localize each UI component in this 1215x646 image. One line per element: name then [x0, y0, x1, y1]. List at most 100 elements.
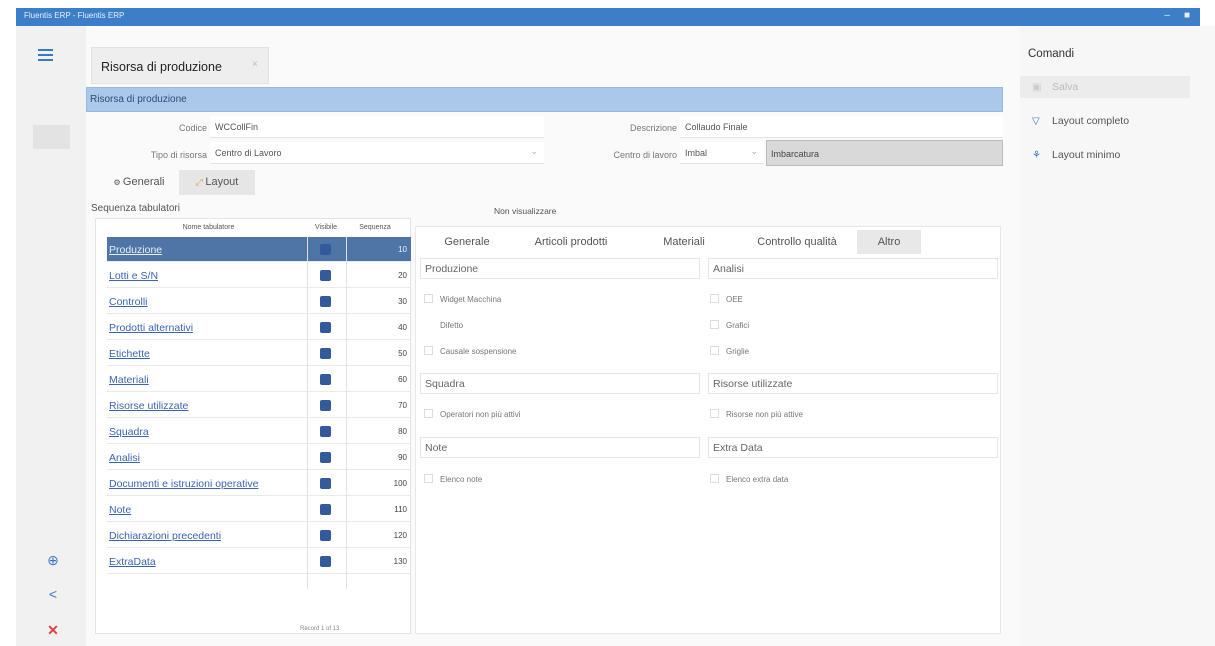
visible-checkbox[interactable] [320, 348, 331, 359]
checkbox-causale-sospensione[interactable]: Causale sospensione [424, 346, 517, 356]
visible-checkbox[interactable] [320, 244, 331, 255]
checkbox-risorse-non-piu-attive[interactable]: Risorse non più attive [710, 409, 803, 419]
visible-checkbox[interactable] [320, 400, 331, 411]
tab-name[interactable]: Documenti e istruzioni operative [109, 478, 258, 490]
table-row[interactable]: Analisi 90 [107, 445, 411, 470]
centro-lavoro-select[interactable]: Imbal ⌄ [680, 142, 764, 164]
globe-icon[interactable]: ⊕ [44, 552, 62, 570]
group-squadra-header: Squadra [420, 373, 700, 394]
table-row[interactable]: Produzione 10 [107, 237, 411, 262]
visible-checkbox[interactable] [320, 270, 331, 281]
tab-altro[interactable]: Altro [857, 230, 921, 254]
gear-icon: ⚙ [113, 178, 123, 187]
checkbox-widget-macchina[interactable]: Widget Macchina [424, 294, 501, 304]
sequence-value[interactable]: 130 [347, 557, 407, 566]
table-row[interactable]: Dichiarazioni precedenti 120 [107, 523, 411, 548]
tab-name[interactable]: Materiali [109, 374, 149, 386]
sequence-value[interactable]: 120 [347, 531, 407, 540]
left-nav-selected-item[interactable] [33, 125, 70, 149]
visible-checkbox[interactable] [320, 322, 331, 333]
table-row[interactable]: Etichette 50 [107, 341, 411, 366]
visible-checkbox[interactable] [320, 504, 331, 515]
hamburger-menu-icon[interactable] [38, 49, 53, 61]
layout-minimo-icon: ⚘ [1032, 150, 1041, 161]
tab-materiali[interactable]: Materiali [636, 230, 732, 254]
visible-checkbox[interactable] [320, 426, 331, 437]
descrizione-field[interactable]: Collaudo Finale [680, 116, 1003, 138]
checkbox-elenco-extra-data[interactable]: Elenco extra data [710, 474, 788, 484]
tab-name[interactable]: Controlli [109, 296, 148, 308]
tab-layout[interactable]: ⤢ Layout [179, 170, 255, 195]
sequence-value[interactable]: 70 [347, 401, 407, 410]
close-icon[interactable]: ✕ [44, 622, 62, 640]
sequence-value[interactable]: 90 [347, 453, 407, 462]
sequence-value[interactable]: 50 [347, 349, 407, 358]
visible-checkbox[interactable] [320, 296, 331, 307]
layout-icon: ⤢ [195, 177, 206, 187]
sequence-value[interactable]: 110 [347, 505, 407, 514]
checkbox-griglie[interactable]: Griglie [710, 346, 749, 356]
save-button[interactable]: ▣ Salva [1032, 81, 1078, 93]
document-tab-title: Risorsa di produzione [101, 60, 222, 74]
non-visualizzare-panel [415, 226, 1001, 634]
checkbox-label: Operatori non più attivi [440, 410, 521, 419]
table-row[interactable]: Controlli 30 [107, 289, 411, 314]
checkbox-label: OEE [726, 295, 743, 304]
checkbox-grafici[interactable]: Grafici [710, 320, 749, 330]
layout-minimo-button[interactable]: ⚘ Layout minimo [1032, 149, 1120, 161]
checkbox-label: Causale sospensione [440, 347, 517, 356]
visible-checkbox[interactable] [320, 556, 331, 567]
maximize-icon[interactable]: ■ [1184, 10, 1190, 21]
table-row[interactable]: Lotti e S/N 20 [107, 263, 411, 288]
column-header-sequence[interactable]: Sequenza [346, 219, 404, 237]
checkbox-difetto[interactable]: Difetto [424, 320, 463, 330]
minimize-icon[interactable]: – [1164, 10, 1170, 21]
checkbox-oee[interactable]: OEE [710, 294, 743, 304]
column-header-name[interactable]: Nome tabulatore [107, 219, 310, 237]
sequence-value[interactable]: 20 [347, 271, 407, 280]
tab-name[interactable]: ExtraData [109, 556, 156, 568]
table-row[interactable]: Materiali 60 [107, 367, 411, 392]
tab-name[interactable]: Squadra [109, 426, 149, 438]
group-risorse-header: Risorse utilizzate [708, 373, 998, 394]
sequence-value[interactable]: 40 [347, 323, 407, 332]
visible-checkbox[interactable] [320, 478, 331, 489]
tab-name[interactable]: Lotti e S/N [109, 270, 158, 282]
tab-name[interactable]: Dichiarazioni precedenti [109, 530, 221, 542]
visible-checkbox[interactable] [320, 530, 331, 541]
tab-name[interactable]: Prodotti alternativi [109, 322, 193, 334]
tipo-risorsa-select[interactable]: Centro di Lavoro ⌄ [210, 142, 544, 164]
layout-minimo-label: Layout minimo [1052, 149, 1121, 161]
checkbox-operatori-non-piu-attivi[interactable]: Operatori non più attivi [424, 409, 521, 419]
table-row[interactable]: Note 110 [107, 497, 411, 522]
tab-generali[interactable]: ⚙ Generali [99, 170, 179, 195]
document-tab-close-icon[interactable]: × [252, 59, 258, 70]
table-row[interactable]: Prodotti alternativi 40 [107, 315, 411, 340]
tab-name[interactable]: Produzione [109, 244, 162, 256]
checkbox-elenco-note[interactable]: Elenco note [424, 474, 482, 484]
visible-checkbox[interactable] [320, 374, 331, 385]
table-row[interactable]: ExtraData 130 [107, 549, 411, 574]
tab-name[interactable]: Analisi [109, 452, 140, 464]
share-icon[interactable]: < [44, 586, 62, 604]
table-row[interactable]: Documenti e istruzioni operative 100 [107, 471, 411, 496]
tab-generale[interactable]: Generale [424, 230, 510, 254]
sequence-value[interactable]: 30 [347, 297, 407, 306]
table-row[interactable]: Squadra 80 [107, 419, 411, 444]
sequence-value[interactable]: 100 [347, 479, 407, 488]
visible-checkbox[interactable] [320, 452, 331, 463]
layout-completo-button[interactable]: ▽ Layout completo [1032, 115, 1129, 127]
table-row[interactable]: Risorse utilizzate 70 [107, 393, 411, 418]
tab-name[interactable]: Note [109, 504, 131, 516]
centro-lavoro-label: Centro di lavoro [613, 150, 677, 160]
sequence-value[interactable]: 60 [347, 375, 407, 384]
codice-field[interactable]: WCCollFin [210, 116, 544, 138]
sequence-value[interactable]: 10 [347, 245, 407, 254]
document-tab[interactable]: Risorsa di produzione × [91, 47, 269, 84]
sequence-value[interactable]: 80 [347, 427, 407, 436]
tab-name[interactable]: Risorse utilizzate [109, 400, 188, 412]
tab-name[interactable]: Etichette [109, 348, 150, 360]
column-header-visible[interactable]: Visibile [310, 219, 342, 237]
tab-controllo-qualita[interactable]: Controllo qualità [736, 230, 858, 254]
tab-articoli-prodotti[interactable]: Articoli prodotti [510, 230, 632, 254]
